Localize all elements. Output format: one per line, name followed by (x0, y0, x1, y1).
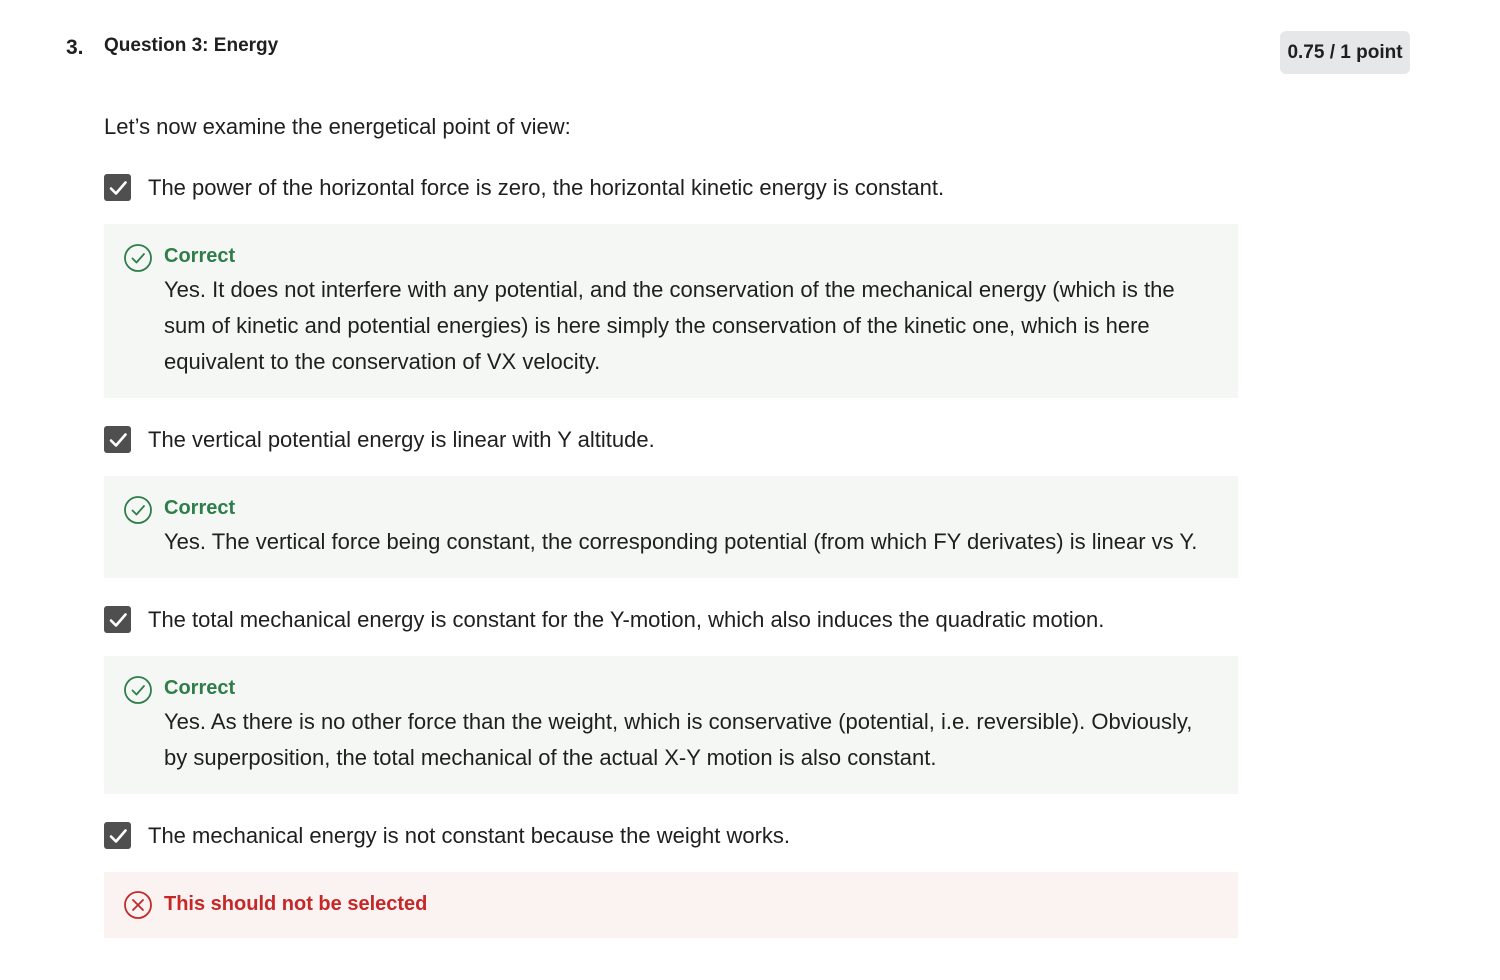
feedback-2: Correct Yes. The vertical force being co… (104, 476, 1238, 578)
option-1[interactable]: The power of the horizontal force is zer… (104, 174, 1238, 201)
checkmark-icon (109, 432, 127, 447)
x-circle-icon (124, 891, 152, 919)
option-label: The power of the horizontal force is zer… (148, 174, 945, 200)
checkbox-1[interactable] (104, 174, 131, 201)
option-2[interactable]: The vertical potential energy is linear … (104, 426, 1238, 453)
score-badge: 0.75 / 1 point (1280, 31, 1410, 74)
feedback-1: Correct Yes. It does not interfere with … (104, 224, 1238, 398)
feedback-3: Correct Yes. As there is no other force … (104, 656, 1238, 794)
option-label: The vertical potential energy is linear … (148, 426, 655, 452)
feedback-status: Correct (164, 245, 236, 267)
check-circle-icon (124, 676, 152, 704)
check-circle-icon (124, 244, 152, 272)
feedback-text: Yes. The vertical force being constant, … (164, 529, 1198, 554)
check-circle-icon (124, 496, 152, 524)
checkbox-4[interactable] (104, 822, 131, 849)
feedback-status: This should not be selected (164, 893, 428, 915)
option-label: The mechanical energy is not constant be… (148, 822, 791, 848)
feedback-status: Correct (164, 677, 236, 699)
option-4[interactable]: The mechanical energy is not constant be… (104, 822, 1238, 849)
feedback-text: Yes. As there is no other force than the… (164, 709, 1193, 770)
feedback-status: Correct (164, 497, 236, 519)
feedback-4: This should not be selected (104, 872, 1238, 938)
checkmark-icon (109, 612, 127, 627)
checkmark-icon (109, 828, 127, 843)
feedback-text: Yes. It does not interfere with any pote… (164, 277, 1175, 374)
checkbox-2[interactable] (104, 426, 131, 453)
checkmark-icon (109, 180, 127, 195)
question-title: Question 3: Energy (104, 35, 279, 56)
option-3[interactable]: The total mechanical energy is constant … (104, 606, 1238, 633)
question-number: 3. (66, 36, 84, 59)
checkbox-3[interactable] (104, 606, 131, 633)
question-prompt: Let’s now examine the energetical point … (104, 114, 571, 139)
option-label: The total mechanical energy is constant … (148, 606, 1105, 632)
